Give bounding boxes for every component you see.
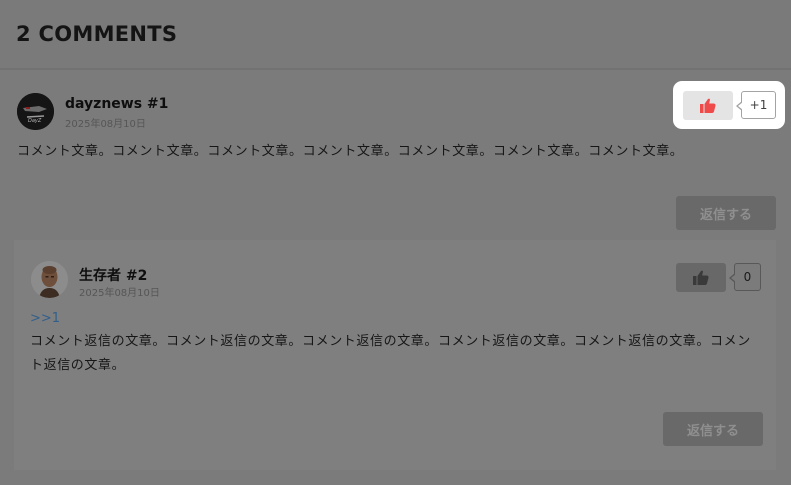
like-count: +1 (736, 91, 776, 119)
comment-date: 2025年08月10日 (65, 119, 146, 130)
survivor-portrait-avatar (31, 261, 68, 298)
reply-button[interactable]: 返信する (663, 412, 763, 446)
comment-author[interactable]: dayznews #1 (65, 96, 168, 112)
comment-author[interactable]: 生存者 #2 (79, 265, 147, 285)
thumbs-up-icon (700, 98, 716, 113)
reply-anchor-link[interactable]: >>1 (30, 311, 60, 326)
like-button[interactable] (683, 91, 733, 120)
comment-date: 2025年08月10日 (79, 288, 160, 299)
comment-body: コメント文章。コメント文章。コメント文章。コメント文章。コメント文章。コメント文… (17, 144, 684, 159)
comment-body: コメント返信の文章。コメント返信の文章。コメント返信の文章。コメント返信の文章。… (30, 334, 751, 373)
svg-text:DayZ: DayZ (28, 118, 42, 124)
like-button[interactable] (676, 263, 726, 292)
dayznews-logo-avatar: DayZ (17, 93, 54, 130)
like-count: 0 (729, 263, 761, 291)
comments-heading: 2 COMMENTS (16, 22, 178, 46)
avatar[interactable]: DayZ (17, 93, 54, 130)
thumbs-up-icon (693, 270, 709, 285)
reply-button[interactable]: 返信する (676, 196, 776, 230)
avatar[interactable] (31, 261, 68, 298)
